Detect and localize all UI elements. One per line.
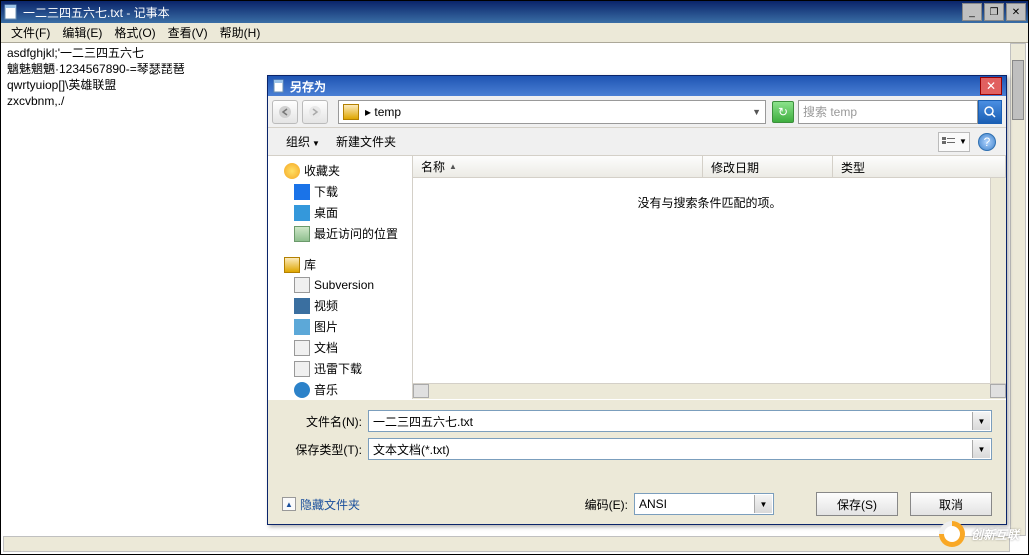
sidebar-item-desktop[interactable]: 桌面 xyxy=(276,202,412,223)
dialog-title: 另存为 xyxy=(290,78,980,95)
dialog-footer: ▲ 隐藏文件夹 编码(E): ANSI ▼ 保存(S) 取消 xyxy=(268,478,1006,524)
encoding-label: 编码(E): xyxy=(585,496,628,513)
location-path: ▸ temp xyxy=(365,105,401,119)
menu-edit[interactable]: 编辑(E) xyxy=(56,22,108,43)
help-button[interactable]: ? xyxy=(978,133,996,151)
save-button[interactable]: 保存(S) xyxy=(816,492,898,516)
chevron-down-icon[interactable]: ▼ xyxy=(752,107,761,117)
search-button[interactable] xyxy=(978,100,1002,124)
picture-icon xyxy=(294,319,310,335)
folder-icon xyxy=(343,104,359,120)
file-pane: 名称▲ 修改日期 类型 没有与搜索条件匹配的项。 xyxy=(413,156,1006,399)
maximize-button[interactable]: ❐ xyxy=(984,3,1004,21)
empty-message: 没有与搜索条件匹配的项。 xyxy=(413,178,1006,383)
menu-view[interactable]: 查看(V) xyxy=(162,22,214,43)
sort-asc-icon: ▲ xyxy=(449,162,457,171)
chevron-down-icon[interactable]: ▼ xyxy=(754,495,772,513)
notepad-icon xyxy=(3,4,19,20)
hide-folders-button[interactable]: ▲ 隐藏文件夹 xyxy=(282,496,360,513)
dialog-titlebar: 另存为 ✕ xyxy=(268,76,1006,96)
dialog-close-button[interactable]: ✕ xyxy=(980,77,1002,95)
sidebar-libraries[interactable]: 库 xyxy=(276,254,412,275)
minimize-button[interactable]: _ xyxy=(962,3,982,21)
sidebar: 收藏夹 下载 桌面 最近访问的位置 库 Subversion 视频 图片 文档 … xyxy=(268,156,413,399)
save-as-dialog: 另存为 ✕ ▸ temp ▼ ↻ 搜索 temp 组织▼ 新建文件夹 ▼ ? xyxy=(267,75,1007,525)
dialog-bottom: 文件名(N): 一二三四五六七.txt ▼ 保存类型(T): 文本文档(*.tx… xyxy=(268,399,1006,478)
column-date[interactable]: 修改日期 xyxy=(703,156,833,177)
filename-label: 文件名(N): xyxy=(282,413,368,430)
menu-format[interactable]: 格式(O) xyxy=(108,22,161,43)
column-headers: 名称▲ 修改日期 类型 xyxy=(413,156,1006,178)
document-icon xyxy=(294,340,310,356)
sidebar-item-svn[interactable]: Subversion xyxy=(276,275,412,295)
svn-icon xyxy=(294,277,310,293)
column-name[interactable]: 名称▲ xyxy=(413,156,703,177)
menu-file[interactable]: 文件(F) xyxy=(5,22,56,43)
chevron-down-icon[interactable]: ▼ xyxy=(972,412,990,430)
chevron-down-icon: ▼ xyxy=(959,137,967,146)
watermark-logo-icon xyxy=(939,521,965,547)
sidebar-item-pics[interactable]: 图片 xyxy=(276,316,412,337)
watermark-text: 创新互联 xyxy=(971,526,1019,543)
close-button[interactable]: ✕ xyxy=(1006,3,1026,21)
library-icon xyxy=(284,257,300,273)
organize-button[interactable]: 组织▼ xyxy=(278,131,328,152)
sidebar-item-docs[interactable]: 文档 xyxy=(276,337,412,358)
sidebar-item-downloads[interactable]: 下载 xyxy=(276,181,412,202)
notepad-titlebar: 一二三四五六七.txt - 记事本 _ ❐ ✕ xyxy=(1,1,1028,23)
xunlei-icon xyxy=(294,361,310,377)
sidebar-item-video[interactable]: 视频 xyxy=(276,295,412,316)
filetype-label: 保存类型(T): xyxy=(282,441,368,458)
scroll-right-button[interactable] xyxy=(990,384,1006,398)
download-icon xyxy=(294,184,310,200)
filename-input[interactable]: 一二三四五六七.txt ▼ xyxy=(368,410,992,432)
vertical-scrollbar[interactable] xyxy=(1010,43,1026,536)
menu-help[interactable]: 帮助(H) xyxy=(214,22,267,43)
sidebar-item-music[interactable]: 音乐 xyxy=(276,379,412,399)
scroll-left-button[interactable] xyxy=(413,384,429,398)
column-type[interactable]: 类型 xyxy=(833,156,1006,177)
new-folder-button[interactable]: 新建文件夹 xyxy=(328,131,404,152)
notepad-title: 一二三四五六七.txt - 记事本 xyxy=(23,4,960,21)
watermark: 创新互联 xyxy=(939,521,1019,547)
sidebar-favorites[interactable]: 收藏夹 xyxy=(276,160,412,181)
cancel-button[interactable]: 取消 xyxy=(910,492,992,516)
pane-vertical-scrollbar[interactable] xyxy=(990,178,1006,383)
recent-icon xyxy=(294,226,310,242)
refresh-button[interactable]: ↻ xyxy=(772,101,794,123)
dialog-toolbar: 组织▼ 新建文件夹 ▼ ? xyxy=(268,128,1006,156)
location-bar[interactable]: ▸ temp ▼ xyxy=(338,100,766,124)
horizontal-scrollbar[interactable] xyxy=(3,536,1010,552)
star-icon xyxy=(284,163,300,179)
nav-row: ▸ temp ▼ ↻ 搜索 temp xyxy=(268,96,1006,128)
notepad-menubar: 文件(F) 编辑(E) 格式(O) 查看(V) 帮助(H) xyxy=(1,23,1028,43)
forward-button[interactable] xyxy=(302,100,328,124)
chevron-down-icon: ▼ xyxy=(312,139,320,148)
notepad-icon xyxy=(272,79,286,93)
collapse-icon: ▲ xyxy=(282,497,296,511)
search-input[interactable]: 搜索 temp xyxy=(798,100,978,124)
encoding-select[interactable]: ANSI ▼ xyxy=(634,493,774,515)
filetype-select[interactable]: 文本文档(*.txt) ▼ xyxy=(368,438,992,460)
back-button[interactable] xyxy=(272,100,298,124)
pane-horizontal-scrollbar[interactable] xyxy=(413,383,1006,399)
sidebar-item-xunlei[interactable]: 迅雷下载 xyxy=(276,358,412,379)
desktop-icon xyxy=(294,205,310,221)
sidebar-item-recent[interactable]: 最近访问的位置 xyxy=(276,223,412,244)
music-icon xyxy=(294,382,310,398)
view-options-button[interactable]: ▼ xyxy=(938,132,970,152)
search-placeholder: 搜索 temp xyxy=(803,103,857,120)
dialog-body: 收藏夹 下载 桌面 最近访问的位置 库 Subversion 视频 图片 文档 … xyxy=(268,156,1006,399)
chevron-down-icon[interactable]: ▼ xyxy=(972,440,990,458)
video-icon xyxy=(294,298,310,314)
